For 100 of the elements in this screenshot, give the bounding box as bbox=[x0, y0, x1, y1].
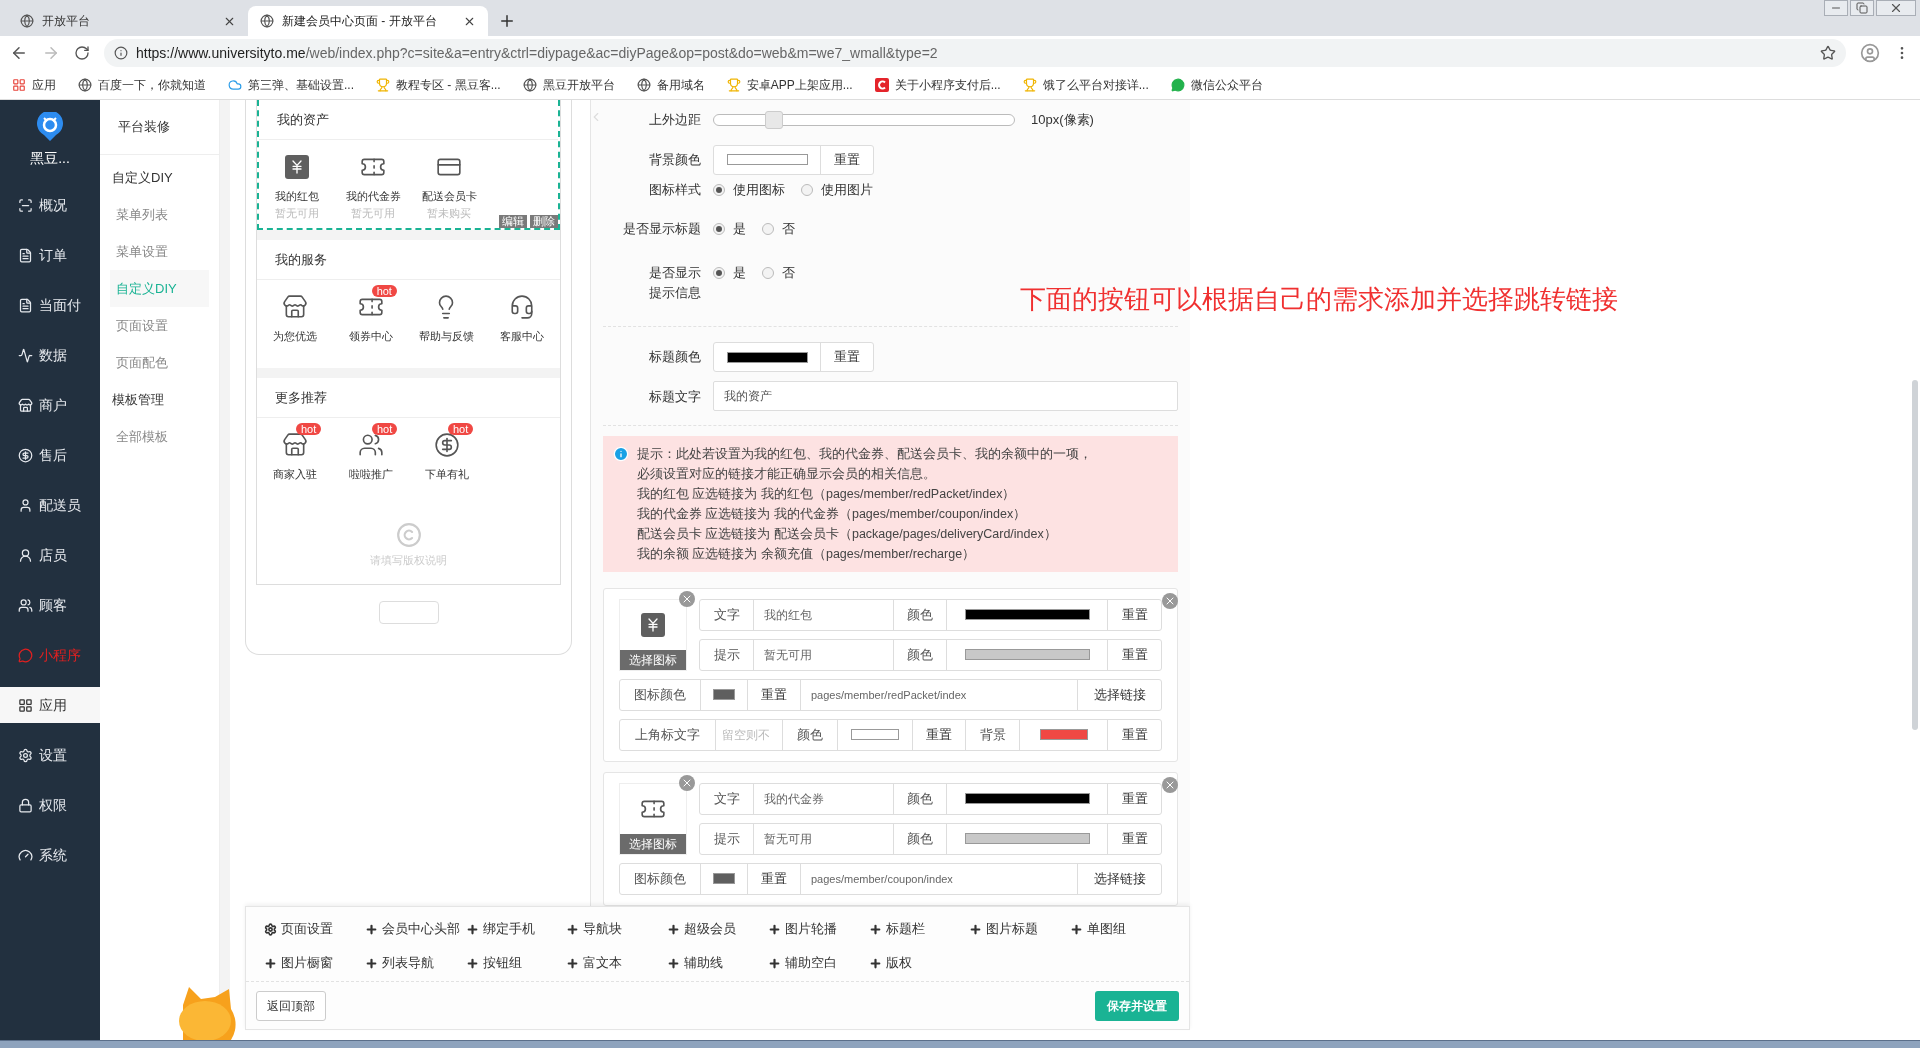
subnav-item[interactable]: 菜单设置 bbox=[110, 233, 209, 270]
sidebar-item[interactable]: 系统 bbox=[0, 837, 100, 873]
bookmark-star-icon[interactable] bbox=[1820, 45, 1836, 61]
subnav-item[interactable]: 全部模板 bbox=[110, 418, 209, 455]
restore-icon[interactable] bbox=[1850, 0, 1874, 16]
add-component-button[interactable]: 会员中心头部 bbox=[364, 917, 466, 941]
field-label: 是否显示 提示信息 bbox=[648, 263, 702, 302]
input-field[interactable]: 我的资产 bbox=[713, 381, 1178, 412]
item-label: 客服中心 bbox=[500, 329, 545, 344]
add-component-button[interactable]: 图片标题 bbox=[969, 917, 1071, 941]
globe-icon bbox=[522, 77, 537, 92]
section-action-button[interactable]: 编辑 bbox=[499, 215, 527, 228]
radio-button[interactable] bbox=[713, 184, 725, 197]
close-icon[interactable] bbox=[1876, 0, 1916, 16]
reset-button[interactable]: 重置 bbox=[1107, 824, 1161, 854]
add-component-button[interactable]: 图片轮播 bbox=[767, 917, 869, 941]
add-component-button[interactable]: 导航块 bbox=[566, 917, 668, 941]
store-icon bbox=[281, 294, 308, 320]
add-component-button[interactable]: 单图组 bbox=[1070, 917, 1171, 941]
new-tab-icon[interactable] bbox=[498, 12, 516, 30]
sidebar-item[interactable]: 当面付 bbox=[0, 287, 100, 323]
profile-icon[interactable] bbox=[1860, 43, 1880, 63]
sidebar-item[interactable]: 设置 bbox=[0, 737, 100, 773]
bookmark[interactable]: 百度一下，你就知道 bbox=[78, 75, 206, 94]
bookmark[interactable]: 黑豆开放平台 bbox=[522, 75, 615, 94]
bookmark[interactable]: 饿了么平台对接详... bbox=[1022, 75, 1149, 94]
input-field[interactable]: 我的红包 bbox=[753, 600, 893, 630]
sidebar-item[interactable]: 概况 bbox=[0, 187, 100, 223]
add-component-button[interactable]: 辅助空白 bbox=[767, 951, 869, 975]
info-icon[interactable] bbox=[114, 46, 128, 60]
icon-picker[interactable]: 选择图标 bbox=[619, 783, 687, 855]
bookmark[interactable]: 应用 bbox=[12, 75, 56, 94]
bookmark[interactable]: 关于小程序支付后... bbox=[874, 75, 1001, 94]
add-component-button[interactable]: 超级会员 bbox=[667, 917, 768, 941]
sidebar-item[interactable]: 数据 bbox=[0, 337, 100, 373]
section-action-button[interactable]: 删除 bbox=[530, 215, 558, 228]
choose-icon-label: 选择图标 bbox=[620, 650, 686, 670]
subnav-item[interactable]: 页面设置 bbox=[110, 307, 209, 344]
sidebar-item[interactable]: 权限 bbox=[0, 787, 100, 823]
bookmark[interactable]: 微信公众平台 bbox=[1170, 75, 1263, 94]
add-component-button[interactable]: 标题栏 bbox=[868, 917, 970, 941]
sidebar-item[interactable]: 订单 bbox=[0, 237, 100, 273]
radio-button[interactable] bbox=[762, 266, 774, 279]
browser-tab[interactable]: 新建会员中心页面 - 开放平台 bbox=[248, 6, 488, 36]
preview-section[interactable]: 更多推荐 hot 商家入驻 hot 啦啦推广 hot 下单有礼 bbox=[257, 378, 560, 506]
add-component-button[interactable]: 绑定手机 bbox=[465, 917, 567, 941]
subnav-group: 模板管理 bbox=[110, 381, 209, 418]
reset-button[interactable]: 重置 bbox=[1107, 720, 1161, 750]
subnav-item[interactable]: 页面配色 bbox=[110, 344, 209, 381]
reset-button[interactable]: 重置 bbox=[1107, 600, 1161, 630]
back-icon[interactable] bbox=[10, 44, 28, 62]
sidebar-item[interactable]: 商户 bbox=[0, 387, 100, 423]
choose-link-button[interactable]: 选择链接 bbox=[1077, 680, 1161, 710]
input-field[interactable]: 暂无可用 bbox=[753, 824, 893, 854]
input-field[interactable]: 我的代金券 bbox=[753, 784, 893, 814]
bookmark[interactable]: 备用域名 bbox=[636, 75, 705, 94]
link-field[interactable]: pages/member/coupon/index bbox=[800, 864, 1077, 894]
reset-button[interactable]: 重置 bbox=[912, 720, 965, 750]
add-component-button[interactable]: 富文本 bbox=[566, 951, 668, 975]
input-field[interactable]: 暂无可用 bbox=[753, 640, 893, 670]
choose-link-button[interactable]: 选择链接 bbox=[1077, 864, 1161, 894]
sidebar-item[interactable]: 配送员 bbox=[0, 487, 100, 523]
preview-section[interactable]: 我的服务 为您优选 hot 领券中心 帮助与反馈 客服中心 bbox=[257, 240, 560, 368]
item-label: 配送会员卡 bbox=[421, 189, 477, 204]
bookmark[interactable]: 安卓APP上架应用... bbox=[726, 75, 853, 94]
slider-thumb[interactable] bbox=[765, 110, 783, 129]
bookmark[interactable]: 教程专区 - 黑豆客... bbox=[376, 75, 501, 94]
minimize-icon[interactable] bbox=[1824, 0, 1848, 16]
radio-button[interactable] bbox=[713, 266, 725, 279]
reset-button[interactable]: 重置 bbox=[1107, 784, 1161, 814]
add-component-button[interactable]: 图片橱窗 bbox=[264, 951, 365, 975]
sidebar-item[interactable]: 售后 bbox=[0, 437, 100, 473]
subnav-item[interactable]: 菜单列表 bbox=[110, 196, 209, 233]
forward-icon[interactable] bbox=[42, 44, 60, 62]
reset-button[interactable]: 重置 bbox=[1107, 640, 1161, 670]
item-label: 啦啦推广 bbox=[349, 467, 393, 482]
reload-icon[interactable] bbox=[74, 45, 90, 61]
radio-button[interactable] bbox=[762, 223, 774, 236]
add-component-button[interactable]: 版权 bbox=[868, 951, 970, 975]
link-field[interactable]: pages/member/redPacket/index bbox=[800, 680, 1077, 710]
add-component-button[interactable]: 列表导航 bbox=[364, 951, 466, 975]
bookmark[interactable]: 第三弹、基础设置... bbox=[228, 75, 354, 94]
settings-icon bbox=[18, 747, 33, 763]
reset-button[interactable]: 重置 bbox=[747, 680, 800, 710]
plus-icon bbox=[566, 956, 580, 970]
radio-button[interactable] bbox=[713, 223, 725, 236]
icon-picker[interactable]: 选择图标 bbox=[619, 599, 687, 671]
add-component-button[interactable]: 辅助线 bbox=[667, 951, 768, 975]
sidebar-item[interactable]: 顾客 bbox=[0, 587, 100, 623]
logo-icon bbox=[874, 77, 889, 92]
add-component-button[interactable]: 页面设置 bbox=[264, 917, 365, 941]
address-bar[interactable]: https://www.universityto.me/web/index.php?c=site&a=entry&ctrl=diypage&ac=diyPage&op=post&do=web&m=we7_wmall&type=2 bbox=[104, 39, 1846, 67]
sidebar-item[interactable]: 应用 bbox=[0, 687, 100, 723]
back-to-top-button[interactable]: 返回顶部 bbox=[256, 990, 326, 1021]
reset-button[interactable]: 重置 bbox=[747, 864, 800, 894]
sidebar-item[interactable]: 店员 bbox=[0, 537, 100, 573]
plus-icon bbox=[868, 956, 882, 970]
add-component-button[interactable]: 按钮组 bbox=[465, 951, 567, 975]
radio-button[interactable] bbox=[801, 184, 813, 197]
slider-track[interactable] bbox=[713, 113, 1015, 126]
